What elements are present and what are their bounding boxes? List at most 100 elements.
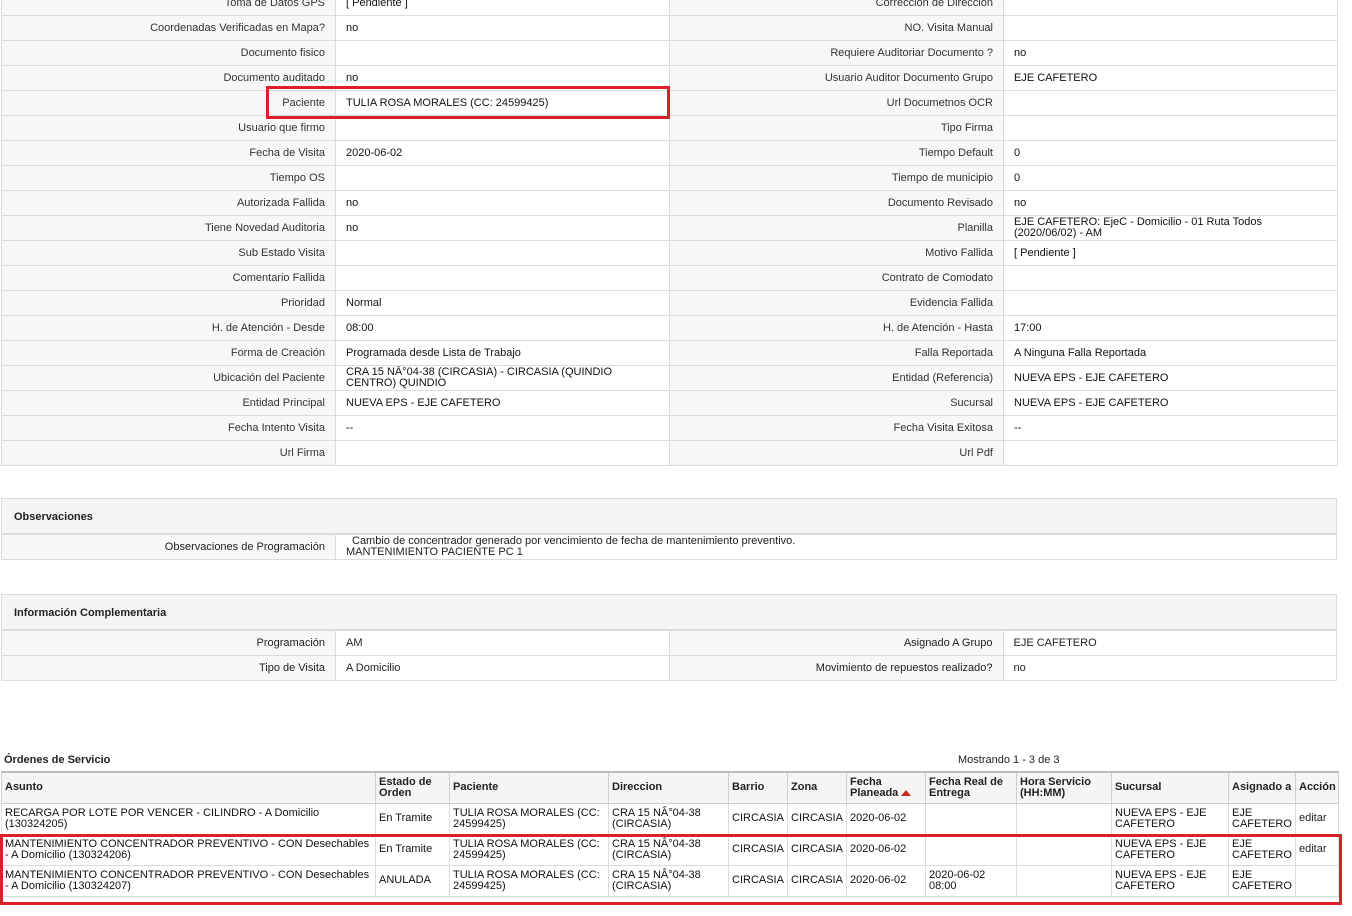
column-header-asignado-a[interactable]: Asignado a (1228, 771, 1296, 804)
label-url-pdf: Url Pdf (669, 440, 1004, 466)
cell-paciente: TULIA ROSA MORALES (CC: 24599425) (449, 864, 609, 897)
label-documento-fisico: Documento fisico (1, 40, 336, 66)
value-tiempo-os (335, 165, 670, 191)
value-sucursal: NUEVA EPS - EJE CAFETERO (1003, 390, 1338, 416)
cell-paciente: TULIA ROSA MORALES (CC: 24599425) (449, 802, 609, 835)
observaciones-row: Observaciones de Programación Cambio de … (1, 534, 1337, 560)
value-url-documetnos-ocr (1003, 90, 1338, 116)
detail-row: Prioridad Normal Evidencia Fallida (1, 290, 1338, 316)
cell-fecha-planeada: 2020-06-02 (846, 864, 926, 897)
observaciones-value: Cambio de concentrador generado por venc… (335, 534, 1337, 560)
column-header-barrio[interactable]: Barrio (728, 771, 788, 804)
ordenes-count: Mostrando 1 - 3 de 3 (958, 754, 1060, 766)
column-header-zona[interactable]: Zona (787, 771, 847, 804)
value-tiene-novedad-auditoria: no (335, 215, 670, 241)
value-programacion: AM (335, 630, 670, 656)
sort-asc-icon[interactable] (901, 789, 912, 796)
label-url-firma: Url Firma (1, 440, 336, 466)
cell-zona: CIRCASIA (787, 864, 847, 897)
column-header-paciente[interactable]: Paciente (449, 771, 609, 804)
cell-sucursal: NUEVA EPS - EJE CAFETERO (1111, 802, 1229, 835)
detail-row: Forma de Creación Programada desde Lista … (1, 340, 1338, 366)
value-h-de-atencion-hasta: 17:00 (1003, 315, 1338, 341)
label-sub-estado-visita: Sub Estado Visita (1, 240, 336, 266)
edit-link[interactable]: editar (1299, 843, 1327, 855)
cell-barrio: CIRCASIA (728, 833, 788, 866)
ordenes-table: Asunto Estado de Orden Paciente Direccion Ba… (1, 771, 1339, 897)
value-url-firma (335, 440, 670, 466)
cell-zona: CIRCASIA (787, 833, 847, 866)
column-header-fecha-planeada[interactable]: Fecha Planeada (846, 771, 926, 804)
value-falla-reportada: A Ninguna Falla Reportada (1003, 340, 1338, 366)
value-toma-de-datos-gps: [ Pendiente ] (335, 0, 670, 16)
edit-link[interactable]: editar (1299, 812, 1327, 824)
cell-hora (1016, 802, 1112, 835)
cell-asignado: EJE CAFETERO (1228, 802, 1296, 835)
label-prioridad: Prioridad (1, 290, 336, 316)
column-header-label: Hora Servicio (HH:MM) (1020, 775, 1091, 799)
cell-fecha-real: 2020-06-02 08:00 (925, 864, 1017, 897)
cell-fecha-planeada: 2020-06-02 (846, 802, 926, 835)
label-tiempo-os: Tiempo OS (1, 165, 336, 191)
label-documento-auditado: Documento auditado (1, 65, 336, 91)
cell-direccion: CRA 15 NÂ°04-38 (CIRCASIA) (608, 864, 729, 897)
observaciones-label: Observaciones de Programación (1, 534, 336, 560)
value-documento-auditado: no (335, 65, 670, 91)
value-tipo-firma (1003, 115, 1338, 141)
label-usuario-que-firmo: Usuario que firmo (1, 115, 336, 141)
cell-asunto: RECARGA POR LOTE POR VENCER - CILINDRO -… (1, 802, 376, 835)
cell-asignado: EJE CAFETERO (1228, 833, 1296, 866)
observaciones-header: Observaciones (1, 498, 1337, 534)
label-tipo-de-visita: Tipo de Visita (1, 655, 336, 681)
detail-row: Sub Estado Visita Motivo Fallida[ Pendien… (1, 240, 1338, 266)
label-planilla: Planilla (669, 215, 1004, 241)
column-header-label: Zona (791, 781, 818, 794)
detail-row: Coordenadas Verificadas en Mapa? no NO. Vi… (1, 15, 1338, 41)
value-ubicacion-del-paciente: CRA 15 NÂ°04-38 (CIRCASIA) - CIRCASIA (Q… (335, 365, 670, 391)
detail-row: Fecha Intento Visita -- Fecha Visita Exito… (1, 415, 1338, 441)
value-entidad-principal: NUEVA EPS - EJE CAFETERO (335, 390, 670, 416)
column-header-accion[interactable]: Acción (1295, 771, 1339, 804)
column-header-asunto[interactable]: Asunto (1, 771, 376, 804)
observaciones-line-2: MANTENIMIENTO PACIENTE PC 1 (346, 546, 523, 558)
label-h-de-atencion-hasta: H. de Atención - Hasta (669, 315, 1004, 341)
detail-row: Documento auditado no Usuario Auditor Docu… (1, 65, 1338, 91)
label-h-de-atencion-desde: H. de Atención - Desde (1, 315, 336, 341)
detail-row: Tiempo OS Tiempo de municipio 0 (1, 165, 1338, 191)
label-fecha-de-visita: Fecha de Visita (1, 140, 336, 166)
column-header-direccion[interactable]: Direccion (608, 771, 729, 804)
value-planilla: EJE CAFETERO: EjeC - Domicilio - 01 Ruta… (1003, 215, 1338, 241)
label-evidencia-fallida: Evidencia Fallida (669, 290, 1004, 316)
column-header-sucursal[interactable]: Sucursal (1111, 771, 1229, 804)
column-header-label: Barrio (732, 781, 765, 794)
label-comentario-fallida: Comentario Fallida (1, 265, 336, 291)
detail-row: Autorizada Fallida no Documento Revisado no (1, 190, 1338, 216)
cell-direccion: CRA 15 NÂ°04-38 (CIRCASIA) (608, 833, 729, 866)
table-row: MANTENIMIENTO CONCENTRADOR PREVENTIVO - … (1, 833, 1339, 866)
value-entidad-referencia: NUEVA EPS - EJE CAFETERO (1003, 365, 1338, 391)
cell-barrio: CIRCASIA (728, 864, 788, 897)
label-usuario-auditor-documento-grupo: Usuario Auditor Documento Grupo (669, 65, 1004, 91)
value-comentario-fallida (335, 265, 670, 291)
value-tiempo-default: 0 (1003, 140, 1338, 166)
cell-accion: editar (1295, 833, 1339, 866)
column-header-fecha-real-de-entrega[interactable]: Fecha Real de Entrega (925, 771, 1017, 804)
cell-fecha-real (925, 833, 1017, 866)
label-motivo-fallida: Motivo Fallida (669, 240, 1004, 266)
cell-estado: ANULADA (375, 864, 450, 897)
visit-detail-table: Toma de Datos GPS[ Pendiente ] Correccion… (1, 0, 1338, 466)
label-no-visita-manual: NO. Visita Manual (669, 15, 1004, 41)
column-header-hora-servicio-hh-mm[interactable]: Hora Servicio (HH:MM) (1016, 771, 1112, 804)
cell-estado: En Tramite (375, 833, 450, 866)
cell-accion: editar (1295, 802, 1339, 835)
label-paciente: Paciente (1, 90, 336, 116)
label-tiene-novedad-auditoria: Tiene Novedad Auditoria (1, 215, 336, 241)
column-header-estado-de-orden[interactable]: Estado de Orden (375, 771, 450, 804)
detail-row: Toma de Datos GPS[ Pendiente ] Correccion… (1, 0, 1338, 16)
label-url-documetnos-ocr: Url Documetnos OCR (669, 90, 1004, 116)
column-header-label: Sucursal (1115, 781, 1162, 794)
ordenes-title: Órdenes de Servicio (4, 754, 111, 766)
cell-zona: CIRCASIA (787, 802, 847, 835)
cell-hora (1016, 864, 1112, 897)
label-requiere-auditoriar-documento: Requiere Auditoriar Documento ? (669, 40, 1004, 66)
